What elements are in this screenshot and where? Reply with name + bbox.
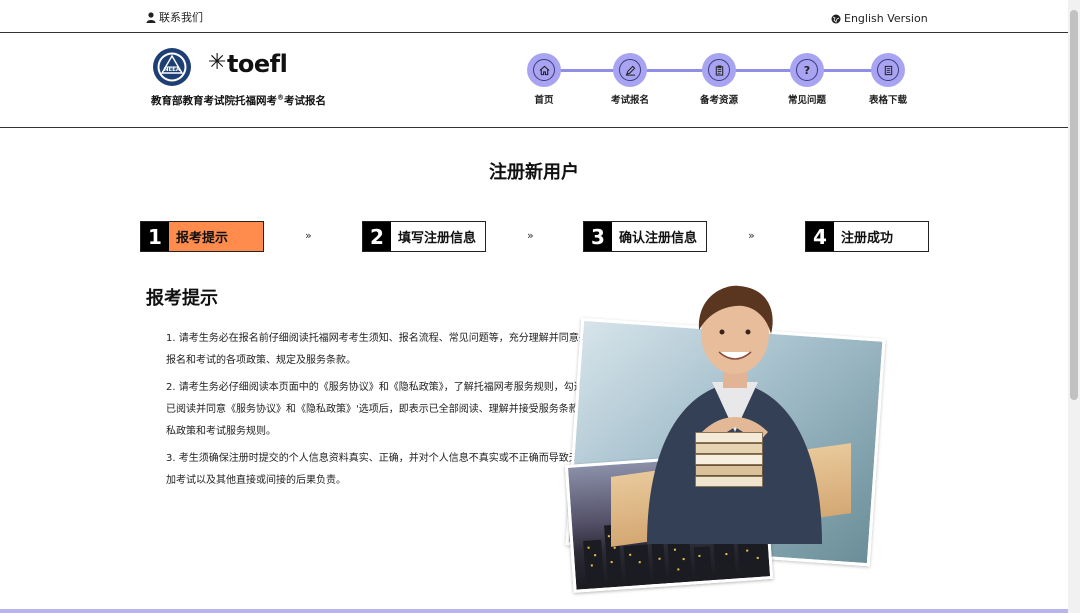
clipboard-icon [715,65,723,76]
nav-label: 首页 [534,95,554,106]
section-title: 报考提示 [146,288,218,309]
student-photo-collage [564,282,886,594]
book-stack [695,432,765,492]
step-1-notice: 1 报考提示 [140,221,264,252]
step-label: 填写注册信息 [398,231,477,246]
chevron-right-icon: » [748,229,755,242]
step-number: 3 [584,222,612,251]
footer-accent-line [0,609,1068,613]
nav-item-resources[interactable]: 备考资源 [679,53,759,106]
nav-label: 备考资源 [699,95,738,106]
nav-item-downloads[interactable]: 表格下载 [848,53,928,106]
scrollbar-thumb[interactable] [1070,10,1078,400]
question-icon: ? [803,63,811,77]
home-icon [539,65,549,75]
toefl-brand: toefl [226,50,288,78]
student-figure [647,285,822,544]
step-label: 报考提示 [176,231,229,246]
globe-icon [831,14,841,23]
edit-icon [625,65,635,76]
notice-list: 1. 请考生务必在报名前仔细阅读托福网考考生须知、报名流程、常见问题等，充分理解… [166,328,606,497]
nav-item-faq[interactable]: ? 常见问题 [767,53,847,106]
contact-link[interactable]: 联系我们 [146,9,203,25]
step-label: 确认注册信息 [619,231,698,246]
step-label: 注册成功 [841,231,894,246]
english-version-link[interactable]: English Version [831,12,928,25]
chevron-right-icon: » [527,229,534,242]
nav-label: 常见问题 [787,95,826,106]
neea-logo[interactable]: NEEA [152,47,192,87]
neea-logo-text: NEEA [164,67,181,73]
notice-item: 2. 请考生务必仔细阅读本页面中的《服务协议》和《隐私政策》，了解托福网考服务规… [166,382,599,437]
asterisk-icon: ✳ [208,50,226,75]
chevron-right-icon: » [305,229,312,242]
toefl-logo[interactable]: ✳toefl [208,50,288,78]
page-scrollbar[interactable] [1068,0,1080,613]
nav-label: 考试报名 [610,95,649,106]
notice-item: 1. 请考生务必在报名前仔细阅读托福网考考生须知、报名流程、常见问题等，充分理解… [166,333,599,366]
user-icon [146,11,156,23]
step-number: 4 [806,222,834,251]
step-3-confirm-info: 3 确认注册信息 [583,221,707,252]
notice-item: 3. 考生须确保注册时提交的个人信息资料真实、正确，并对个人信息不真实或不正确而… [166,453,599,486]
site-header: NEEA ✳toefl 教育部教育考试院托福网考®考试报名 首页 考试报名 备考… [0,33,1068,128]
step-2-fill-info: 2 填写注册信息 [362,221,486,252]
nav-item-registration[interactable]: 考试报名 [590,53,670,106]
page-title: 注册新用户 [489,162,579,183]
step-number: 2 [363,222,391,251]
top-bar: 联系我们 English Version [0,0,1068,33]
document-icon [884,65,892,75]
nav-item-home[interactable]: 首页 [504,53,584,106]
step-4-success: 4 注册成功 [805,221,929,252]
site-title: 教育部教育考试院托福网考®考试报名 [151,93,326,108]
step-number: 1 [141,222,169,251]
nav-label: 表格下载 [868,95,907,106]
contact-label: 联系我们 [159,11,203,24]
english-version-label: English Version [844,12,928,25]
